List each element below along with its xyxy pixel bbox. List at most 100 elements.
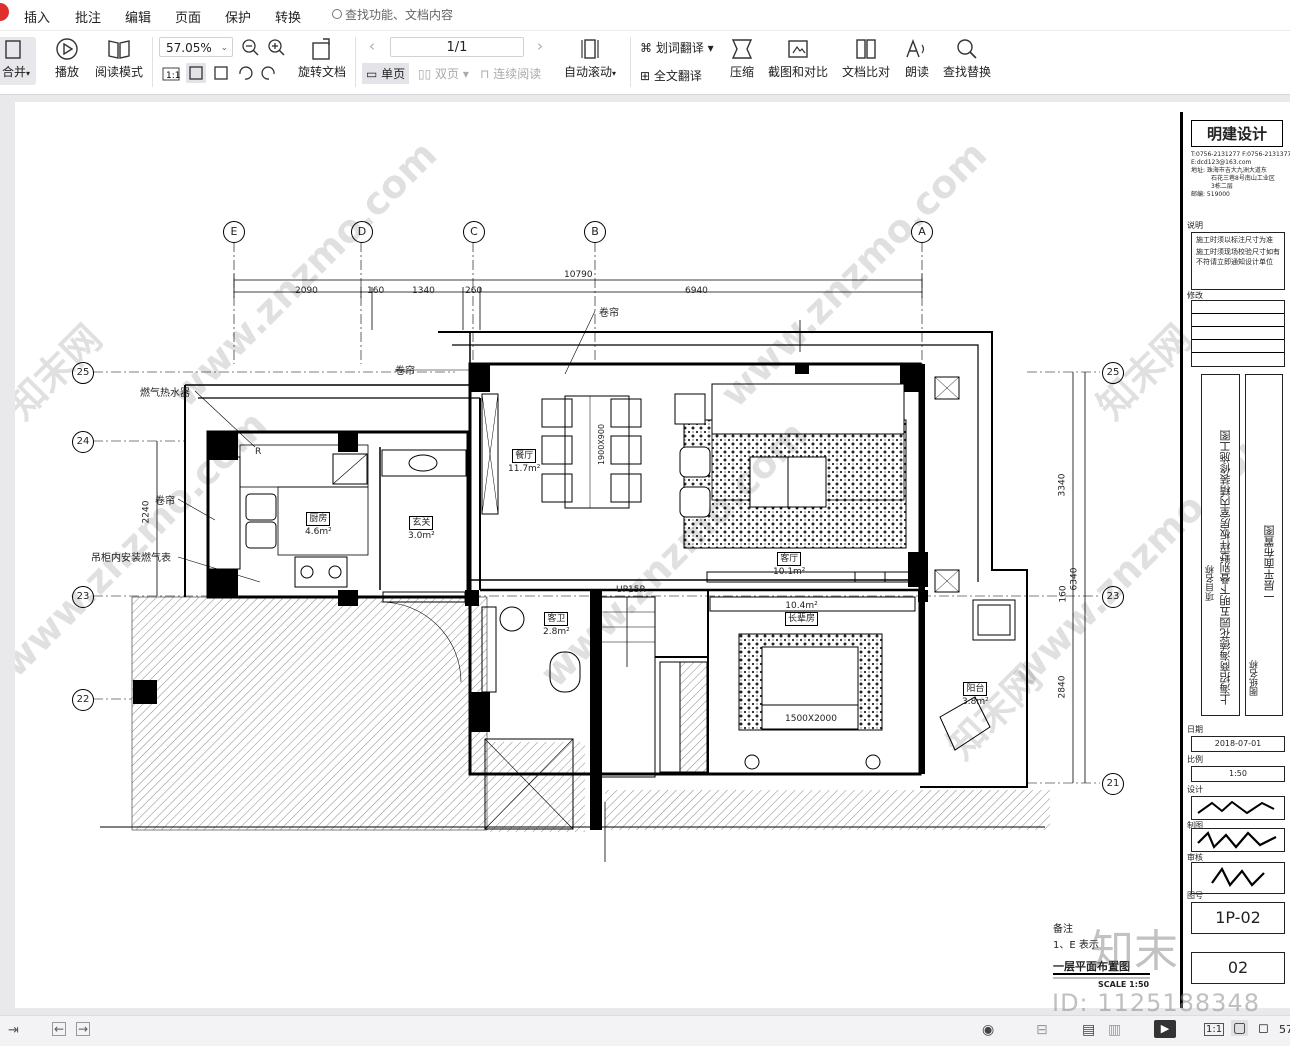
translate-full-icon: ⊞: [640, 69, 651, 83]
find-replace-label: 查找替换: [942, 65, 991, 79]
zoom-in-icon[interactable]: [268, 39, 286, 57]
doc-compare-label: 文档比对: [841, 65, 890, 79]
search-box[interactable]: 查找功能、文档内容: [332, 6, 453, 23]
scale-label: 比例: [1187, 755, 1203, 764]
title-block: 明建设计 T:0756-2131277 F:0756-2131377 E:dcd…: [1180, 112, 1290, 1008]
project-name: 上海招商海德花园五明下叠别墅样板房室内精装修施工图: [1219, 430, 1232, 705]
compress-icon: [731, 39, 753, 59]
last-page-icon[interactable]: →: [76, 1022, 90, 1036]
room-entry-area: 3.0m²: [408, 531, 435, 541]
rotate-document-button[interactable]: 旋转文档: [296, 37, 348, 80]
dim-6940: 6940: [685, 286, 708, 296]
continuous-read-button[interactable]: ⊓ 连续阅读: [480, 65, 541, 82]
toolbar: 合并▾ 播放 阅读模式 57.05% ⌄ 1:1 旋转文档 ‹ 1/1 › ▭ 单…: [0, 31, 1290, 95]
document-page[interactable]: E D C B A 25 24 23 22 25 23 21 10790 209…: [15, 102, 1290, 1008]
book-view-icon[interactable]: ▥: [1108, 1022, 1121, 1038]
menu-edit[interactable]: 编辑: [125, 7, 151, 26]
fit-width-icon[interactable]: ◻: [1258, 1021, 1269, 1036]
watermark-big: 知末: [1090, 926, 1178, 977]
dim-1340: 1340: [412, 286, 435, 296]
draw-signature: [1191, 828, 1285, 852]
notes-label: 说明: [1187, 221, 1203, 230]
translate-full-button[interactable]: ⊞ 全文翻译: [640, 67, 702, 84]
signature-icon: [1211, 866, 1265, 887]
speaker-icon: [906, 39, 925, 58]
rotate-right-icon[interactable]: [260, 64, 278, 82]
room-living-name: 客厅: [777, 552, 802, 566]
fit-page-icon[interactable]: [186, 63, 206, 83]
double-page-button[interactable]: ▯▯ 双页 ▾: [418, 65, 469, 82]
svg-text:1:1: 1:1: [166, 71, 180, 81]
first-page-icon[interactable]: ←: [52, 1022, 66, 1036]
page-indicator: 1/1: [446, 40, 468, 55]
compare-icon: [856, 39, 876, 59]
room-kitchen-area: 4.6m²: [305, 527, 332, 537]
rotate-left-icon[interactable]: [236, 64, 254, 82]
contact-line: 3栋二层: [1211, 183, 1233, 190]
single-page-button[interactable]: ▭ 单页: [362, 63, 410, 84]
sheet-number: 02: [1191, 952, 1285, 984]
room-dining-area: 11.7m²: [508, 464, 541, 474]
crop-compare-button[interactable]: 截图和对比: [767, 37, 829, 80]
contact-line: 邮编: 519000: [1191, 191, 1230, 198]
next-page-icon[interactable]: ›: [537, 37, 543, 55]
play-icon[interactable]: ▶: [1154, 1020, 1176, 1038]
room-elder-bedroom-name: 长辈房: [785, 612, 819, 626]
auto-scroll-button[interactable]: 自动滚动▾: [560, 37, 620, 80]
actual-size-icon[interactable]: 1:1: [162, 67, 180, 81]
axis-label-24: 24: [72, 431, 94, 453]
doc-compare-button[interactable]: 文档比对: [840, 37, 892, 80]
single-view-icon[interactable]: ▤: [1082, 1022, 1095, 1038]
note-1: 施工时须以标注尺寸为准: [1196, 236, 1273, 244]
zoom-out-icon[interactable]: [242, 39, 260, 57]
separator: [152, 37, 153, 87]
double-view-icon[interactable]: ⊟: [1036, 1022, 1048, 1038]
double-page-label: 双页: [435, 67, 460, 81]
find-replace-button[interactable]: 查找替换: [941, 37, 993, 80]
crop-icon: [788, 40, 808, 58]
search-icon: [332, 9, 342, 19]
continuous-icon: ⊓: [480, 67, 490, 81]
page-number-input[interactable]: 1/1: [390, 37, 524, 57]
crop-compare-label: 截图和对比: [767, 65, 828, 79]
read-aloud-button[interactable]: 朗读: [903, 37, 931, 80]
company-block: 明建设计 T:0756-2131277 F:0756-2131377 E:dcd…: [1191, 120, 1290, 220]
label-curtain-left: 卷帘: [395, 366, 415, 377]
fit-page-icon[interactable]: ▢: [1231, 1020, 1249, 1036]
read-mode-button[interactable]: 阅读模式: [93, 37, 145, 80]
play-button[interactable]: 播放: [53, 37, 81, 80]
date-label: 日期: [1187, 725, 1203, 734]
menu-annotate[interactable]: 批注: [75, 7, 101, 26]
room-living: 客厅 10.1m²: [773, 552, 805, 578]
date-value: 2018-07-01: [1191, 736, 1285, 752]
rotate-document-label: 旋转文档: [297, 65, 346, 79]
prev-page-icon[interactable]: ‹: [369, 37, 375, 55]
notes-title: 备注: [1053, 924, 1073, 935]
compress-button[interactable]: 压缩: [728, 37, 756, 80]
merge-button[interactable]: 合并▾: [0, 37, 36, 85]
sidebar-toggle-icon[interactable]: ⇥: [8, 1023, 19, 1038]
zoom-select[interactable]: 57.05% ⌄: [159, 37, 233, 57]
menu-convert[interactable]: 转换: [275, 7, 301, 26]
actual-size-icon[interactable]: 1:1: [1204, 1023, 1225, 1036]
eye-icon[interactable]: ◉: [982, 1022, 994, 1038]
chevron-down-icon: ⌄: [220, 43, 228, 53]
merge-icon: [5, 40, 21, 59]
menu-protect[interactable]: 保护: [225, 7, 251, 26]
scale-value: 1:50: [1191, 766, 1285, 782]
room-kitchen-name: 厨房: [306, 512, 331, 526]
revision-table: [1191, 300, 1285, 367]
fit-width-icon[interactable]: [212, 64, 230, 82]
design-label: 设计: [1187, 785, 1203, 794]
menu-page[interactable]: 页面: [175, 7, 201, 26]
room-entry: 玄关 3.0m²: [408, 516, 435, 542]
room-elder-bedroom-area: 10.4m²: [785, 601, 818, 611]
drawing-label: 图纸名称: [1250, 660, 1260, 696]
app-logo-icon[interactable]: [0, 3, 9, 21]
plan-scale: SCALE 1:50: [1098, 980, 1150, 989]
drawing-number: 1P-02: [1191, 902, 1285, 934]
translate-selection-button[interactable]: ⌘ 划词翻译 ▾: [640, 39, 714, 56]
menu-insert[interactable]: 插入: [24, 7, 50, 26]
axis-label-22: 22: [72, 689, 94, 711]
translate-full-label: 全文翻译: [653, 69, 702, 83]
